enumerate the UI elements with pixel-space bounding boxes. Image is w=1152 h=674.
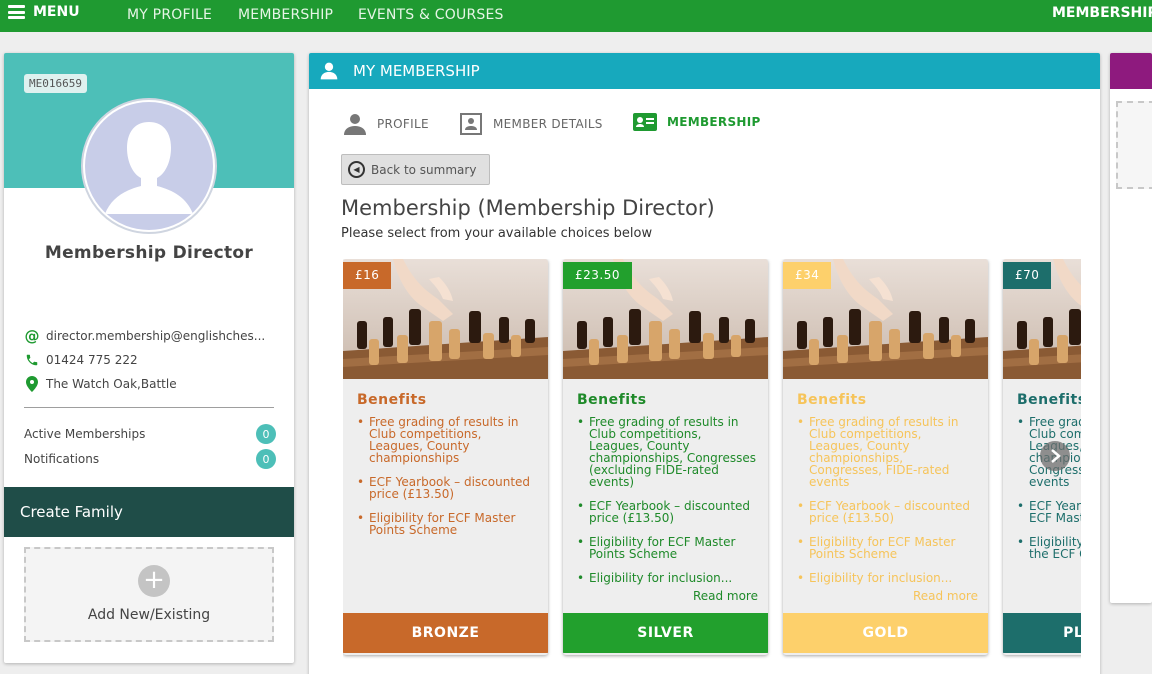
menu-button[interactable]: MENU (8, 4, 80, 20)
avatar[interactable] (81, 98, 217, 234)
benefit-item: Eligibility for ECF Master Points Scheme (797, 536, 977, 560)
tab-label: MEMBERSHIP (667, 115, 761, 129)
page-title: Membership (Membership Director) (341, 196, 715, 220)
menu-label: MENU (33, 4, 80, 20)
panel-title: MY MEMBERSHIP (353, 62, 480, 80)
email-text: director.membership@englishches... (46, 329, 266, 343)
notifications-row[interactable]: Notifications 0 (24, 449, 276, 469)
price-badge: £70 (1003, 262, 1052, 289)
add-label: Add New/Existing (87, 607, 211, 623)
tier-label: GOLD (862, 625, 909, 641)
tier-button-silver[interactable]: SILVER (563, 613, 768, 653)
tier-label: BRONZE (411, 625, 480, 641)
tier-label: PLATINUM (1063, 625, 1081, 641)
phone-row: 01424 775 222 (24, 352, 138, 368)
benefits-list: Free grading of results in Club competit… (797, 416, 977, 596)
create-family-header: Create Family (4, 487, 294, 537)
benefits-list: Free grading of results in Club competit… (577, 416, 757, 596)
stat-label: Notifications (24, 452, 100, 466)
membership-card-silver[interactable]: £23.50 Benefits Free grading of results … (563, 259, 768, 655)
top-nav: MENU MY PROFILE MEMBERSHIP EVENTS & COUR… (0, 0, 1152, 32)
nav-my-profile[interactable]: MY PROFILE (127, 7, 212, 23)
read-more-link[interactable]: Read more (913, 589, 978, 603)
right-panel-dropzone[interactable] (1116, 101, 1152, 189)
contact-card-icon (460, 113, 482, 135)
plus-icon: + (138, 565, 170, 597)
benefits-heading: Benefits (357, 392, 427, 408)
profile-name: Membership Director (44, 243, 254, 263)
tier-label: SILVER (637, 625, 694, 641)
membership-card-bronze[interactable]: £16 Benefits Free grading of results in … (343, 259, 548, 655)
price-badge: £23.50 (563, 262, 632, 289)
divider (24, 407, 274, 408)
tier-button-gold[interactable]: GOLD (783, 613, 988, 653)
benefit-item: ECF Yearbook – discounted price (£13.50) (577, 500, 757, 524)
benefits-heading: Benefits (1017, 392, 1081, 408)
benefits-heading: Benefits (797, 392, 867, 408)
location-row: The Watch Oak,Battle (24, 376, 177, 392)
count-badge: 0 (256, 424, 276, 444)
benefits-list: Free grading of results in Club competit… (357, 416, 537, 548)
benefit-item: Free grading of results in Club competit… (577, 416, 757, 488)
active-memberships-row[interactable]: Active Memberships 0 (24, 424, 276, 444)
benefit-item: Free grading of results in Club competit… (797, 416, 977, 488)
benefit-item: Eligibility for ECF Master Points Scheme (357, 512, 537, 536)
tab-label: PROFILE (377, 117, 429, 131)
tab-member-details[interactable]: MEMBER DETAILS (459, 113, 603, 135)
membership-panel: MY MEMBERSHIP PROFILE MEMBER DETAILS MEM… (309, 53, 1100, 674)
membership-cards: £16 Benefits Free grading of results in … (343, 259, 1081, 659)
tier-button-platinum[interactable]: PLATINUM (1003, 613, 1081, 653)
benefit-item: ECF Yearbook – discounted price (£13.50) (797, 500, 977, 524)
location-text: The Watch Oak,Battle (46, 377, 177, 391)
carousel-next-button[interactable] (1040, 441, 1070, 471)
hamburger-icon (8, 5, 25, 19)
tab-membership[interactable]: MEMBERSHIP (633, 113, 761, 131)
count-badge: 0 (256, 449, 276, 469)
tab-label: MEMBER DETAILS (493, 117, 603, 131)
benefit-item: Eligibility for ECF Master Points Scheme (577, 536, 757, 560)
nav-membership-right[interactable]: MEMBERSHIP (1052, 5, 1152, 21)
phone-icon (24, 352, 40, 368)
right-panel-header (1110, 53, 1152, 89)
benefits-list: Free grading of results in Club competit… (1017, 416, 1081, 572)
benefit-item: Eligibility for inclusion in the ECF Gra… (1017, 536, 1081, 560)
member-id-badge: ME016659 (24, 74, 87, 93)
id-card-icon (633, 113, 657, 131)
nav-membership[interactable]: MEMBERSHIP (238, 7, 333, 23)
profile-panel: ME016659 Membership Director @ director.… (4, 53, 294, 663)
back-label: Back to summary (371, 162, 477, 177)
benefit-item: Eligibility for inclusion... (577, 572, 757, 584)
at-sign-icon: @ (24, 327, 40, 345)
add-new-existing-button[interactable]: + Add New/Existing (24, 547, 274, 642)
stat-label: Active Memberships (24, 427, 146, 441)
page-subtitle: Please select from your available choice… (341, 226, 653, 241)
benefit-item: ECF Yearbook – discounted price (£13.50) (357, 476, 537, 500)
person-silhouette-icon (105, 122, 193, 214)
phone-text: 01424 775 222 (46, 353, 138, 367)
tab-profile[interactable]: PROFILE (343, 113, 429, 135)
benefit-item: ECF Yearbook Eligibility for ECF Master … (1017, 500, 1081, 524)
price-badge: £34 (783, 262, 832, 289)
panel-header: MY MEMBERSHIP (309, 53, 1100, 89)
location-pin-icon (24, 376, 40, 392)
back-arrow-icon: ◀ (348, 161, 365, 178)
email-row: @ director.membership@englishches... (24, 327, 266, 345)
price-badge: £16 (343, 262, 392, 289)
benefits-heading: Benefits (577, 392, 647, 408)
right-panel (1110, 53, 1152, 603)
benefit-item: Eligibility for inclusion... (797, 572, 977, 584)
chevron-right-icon (1051, 449, 1061, 463)
benefit-item: Free grading of results in Club competit… (357, 416, 537, 464)
read-more-link[interactable]: Read more (693, 589, 758, 603)
nav-events-courses[interactable]: EVENTS & COURSES (358, 7, 504, 23)
back-to-summary-button[interactable]: ◀ Back to summary (341, 154, 490, 185)
tier-button-bronze[interactable]: BRONZE (343, 613, 548, 653)
membership-card-gold[interactable]: £34 Benefits Free grading of results in … (783, 259, 988, 655)
person-icon (344, 114, 366, 135)
user-icon (320, 62, 338, 80)
